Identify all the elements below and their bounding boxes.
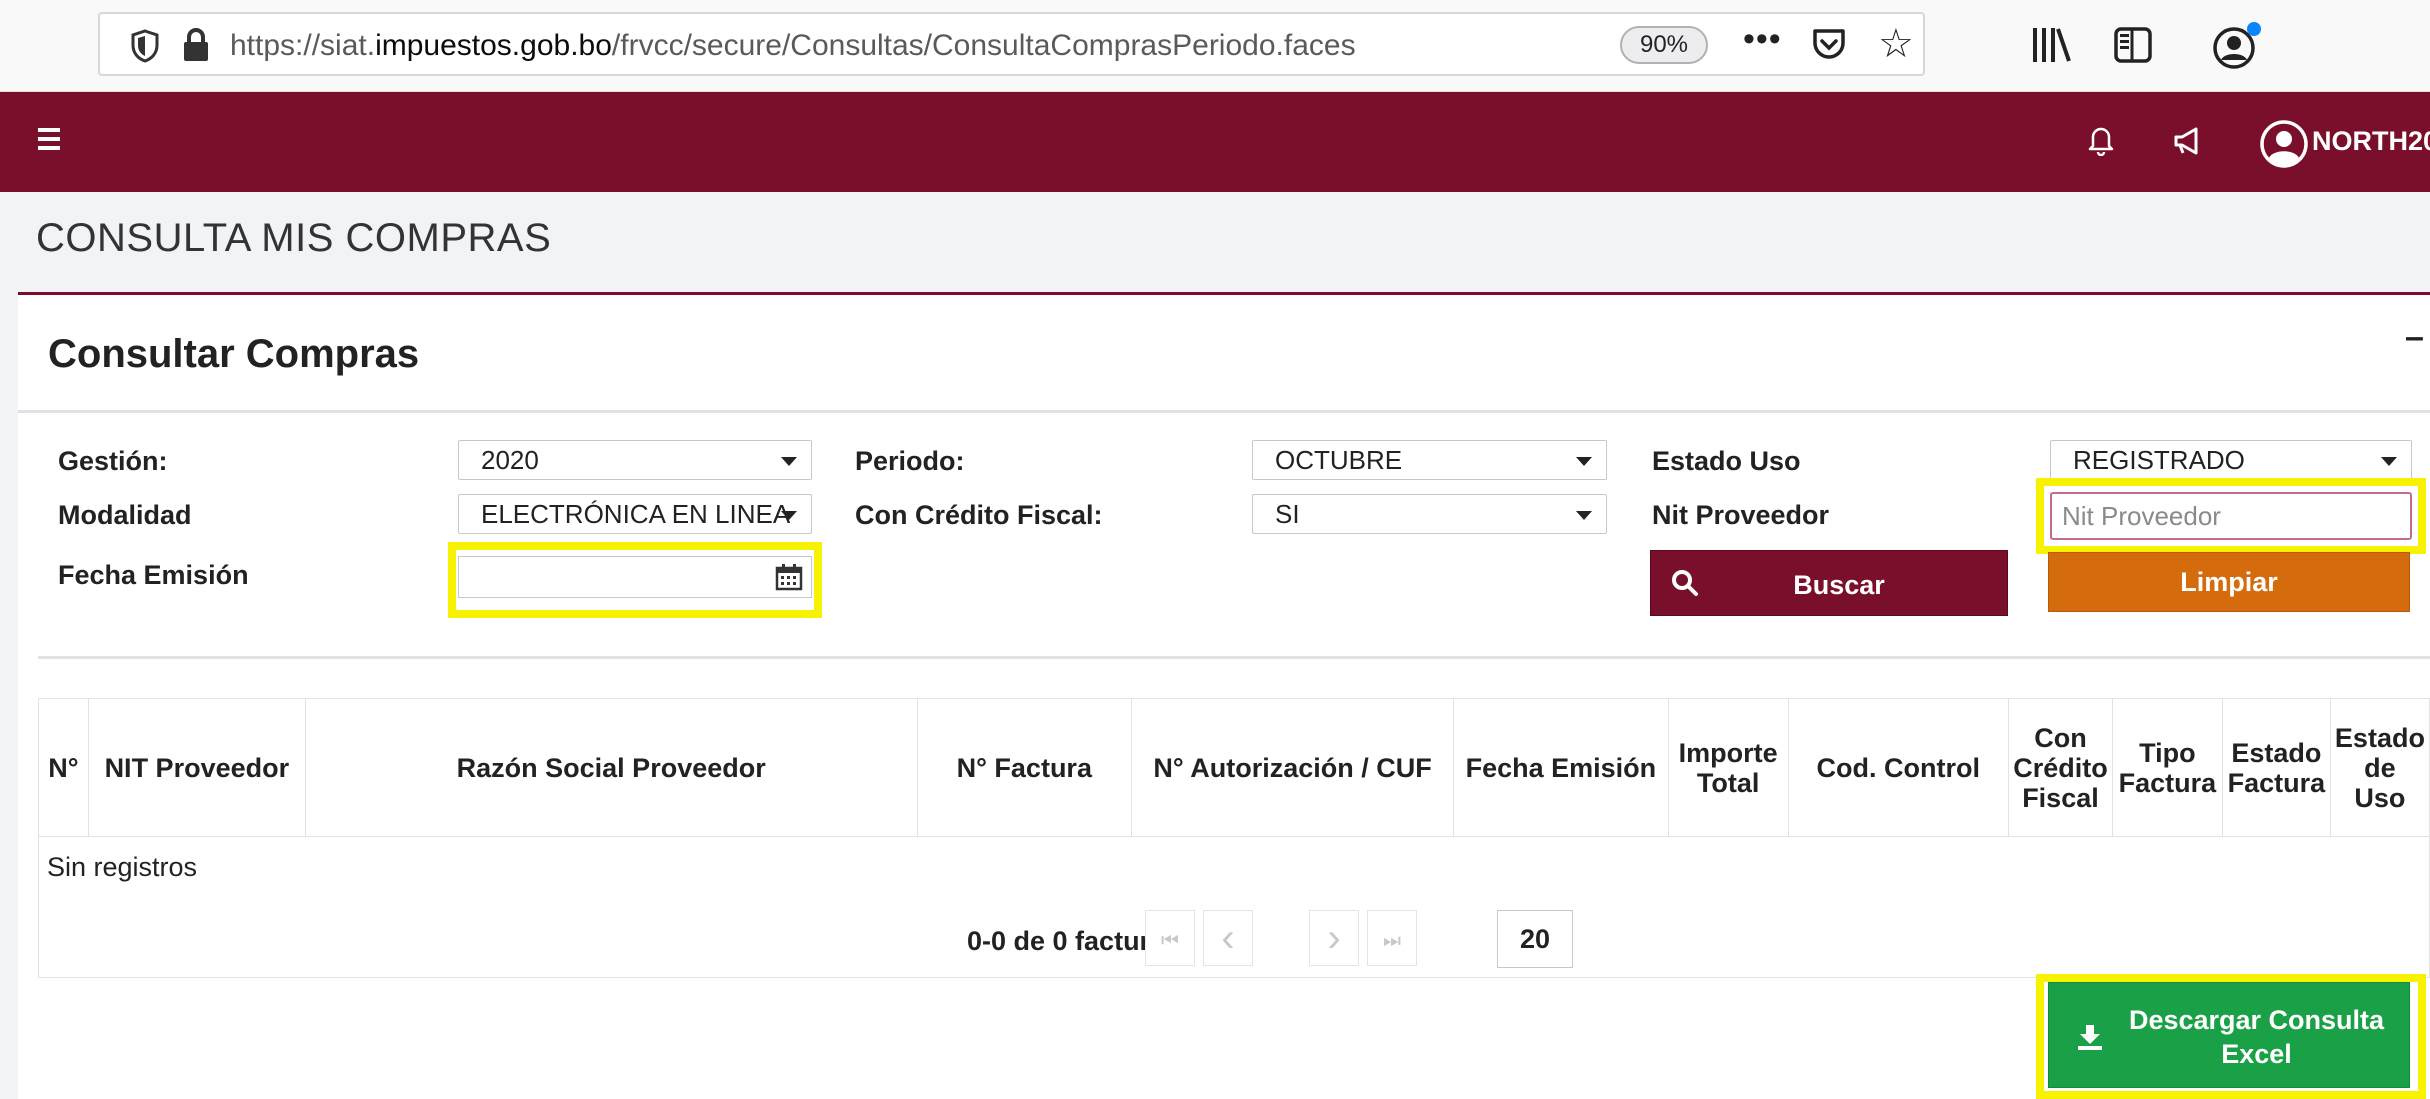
chevron-down-icon — [781, 511, 797, 520]
next-page-button[interactable]: › — [1309, 910, 1359, 966]
col-importe-total[interactable]: Importe Total — [1667, 698, 1789, 837]
menu-icon[interactable] — [38, 128, 60, 150]
chevron-down-icon — [781, 457, 797, 466]
fecha-emision-label: Fecha Emisión — [58, 560, 249, 590]
lock-icon[interactable] — [182, 27, 210, 63]
credito-fiscal-label: Con Crédito Fiscal: — [855, 500, 1103, 530]
col-estado-uso[interactable]: Estado de Uso — [2329, 698, 2430, 837]
first-page-button[interactable]: ⏮ — [1145, 910, 1195, 966]
empty-message: Sin registros — [38, 836, 2430, 899]
chevron-down-icon — [2381, 457, 2397, 466]
col-estado-factura[interactable]: Estado Factura — [2221, 698, 2331, 837]
chevron-down-icon — [1576, 457, 1592, 466]
periodo-label: Periodo: — [855, 446, 965, 476]
app-header: NORTH2013 — [0, 92, 2430, 192]
col-autorizacion-cuf[interactable]: N° Autorización / CUF — [1131, 698, 1455, 837]
chevron-down-icon — [1576, 511, 1592, 520]
header-divider — [18, 410, 2430, 413]
shield-icon[interactable] — [130, 29, 160, 63]
page-title: CONSULTA MIS COMPRAS — [36, 216, 552, 260]
col-razon-social[interactable]: Razón Social Proveedor — [304, 698, 918, 837]
modalidad-select[interactable]: ELECTRÓNICA EN LINEA — [458, 494, 812, 534]
results-table: N° NIT Proveedor Razón Social Proveedor … — [38, 698, 2430, 899]
zoom-level-button[interactable]: 90% — [1620, 26, 1708, 64]
page-size-select[interactable]: 20 — [1497, 910, 1573, 968]
buscar-button[interactable]: Buscar — [1650, 550, 2008, 616]
col-cod-control[interactable]: Cod. Control — [1787, 698, 2009, 837]
credito-fiscal-select[interactable]: SI — [1252, 494, 1607, 534]
url-text[interactable]: https://siat.impuestos.gob.bo/frvcc/secu… — [230, 29, 1356, 63]
paginator: 0-0 de 0 facturas ⏮ ‹ › ⏭ 20 — [38, 898, 2430, 978]
chevron-right-icon: › — [1327, 916, 1341, 960]
col-numero[interactable]: N° — [38, 698, 89, 837]
last-page-icon: ⏭ — [1383, 930, 1401, 952]
nit-proveedor-label: Nit Proveedor — [1652, 500, 1830, 530]
prev-page-button[interactable]: ‹ — [1203, 910, 1253, 966]
bookmark-star-icon[interactable]: ☆ — [1878, 22, 1914, 66]
card-title: Consultar Compras — [48, 332, 420, 376]
calendar-icon[interactable] — [775, 563, 803, 591]
section-divider — [38, 656, 2430, 659]
descargar-excel-button[interactable]: Descargar Consulta Excel — [2048, 982, 2410, 1088]
pocket-icon[interactable] — [1810, 26, 1848, 64]
col-numero-factura[interactable]: N° Factura — [916, 698, 1133, 837]
gestion-label: Gestión: — [58, 446, 168, 476]
modalidad-label: Modalidad — [58, 500, 192, 530]
fecha-emision-input[interactable] — [458, 556, 812, 598]
estado-uso-select[interactable]: REGISTRADO — [2050, 440, 2412, 480]
limpiar-button[interactable]: Limpiar — [2048, 552, 2410, 612]
username-label[interactable]: NORTH2013 — [2312, 126, 2430, 157]
col-credito-fiscal[interactable]: Con Crédito Fiscal — [2007, 698, 2113, 837]
collapse-button[interactable]: – — [2405, 318, 2424, 357]
bell-icon[interactable] — [2088, 124, 2114, 156]
nit-proveedor-input[interactable] — [2050, 492, 2412, 540]
table-row: Sin registros — [38, 836, 2430, 899]
periodo-select[interactable]: OCTUBRE — [1252, 440, 1607, 480]
download-icon — [2078, 1025, 2102, 1050]
gestion-select[interactable]: 2020 — [458, 440, 812, 480]
sidebar-toggle-icon[interactable] — [2113, 26, 2153, 64]
col-fecha-emision[interactable]: Fecha Emisión — [1453, 698, 1669, 837]
chevron-left-icon: ‹ — [1221, 916, 1235, 960]
user-avatar-icon[interactable] — [2260, 120, 2308, 168]
table-header-row: N° NIT Proveedor Razón Social Proveedor … — [38, 698, 2430, 837]
page-actions-more-icon[interactable]: ••• — [1743, 20, 1782, 59]
estado-uso-label: Estado Uso — [1652, 446, 1801, 476]
first-page-icon: ⏮ — [1161, 930, 1179, 952]
buscar-label: Buscar — [1793, 570, 1885, 600]
address-bar[interactable]: https://siat.impuestos.gob.bo/frvcc/secu… — [98, 12, 1925, 76]
last-page-button[interactable]: ⏭ — [1367, 910, 1417, 966]
col-tipo-factura[interactable]: Tipo Factura — [2111, 698, 2223, 837]
col-nit-proveedor[interactable]: NIT Proveedor — [87, 698, 306, 837]
library-icon[interactable] — [2025, 20, 2079, 70]
firefox-account-icon[interactable] — [2210, 20, 2268, 72]
descargar-excel-label: Descargar Consulta Excel — [2128, 1005, 2385, 1069]
megaphone-icon[interactable] — [2172, 126, 2204, 156]
browser-toolbar: https://siat.impuestos.gob.bo/frvcc/secu… — [0, 0, 2430, 92]
